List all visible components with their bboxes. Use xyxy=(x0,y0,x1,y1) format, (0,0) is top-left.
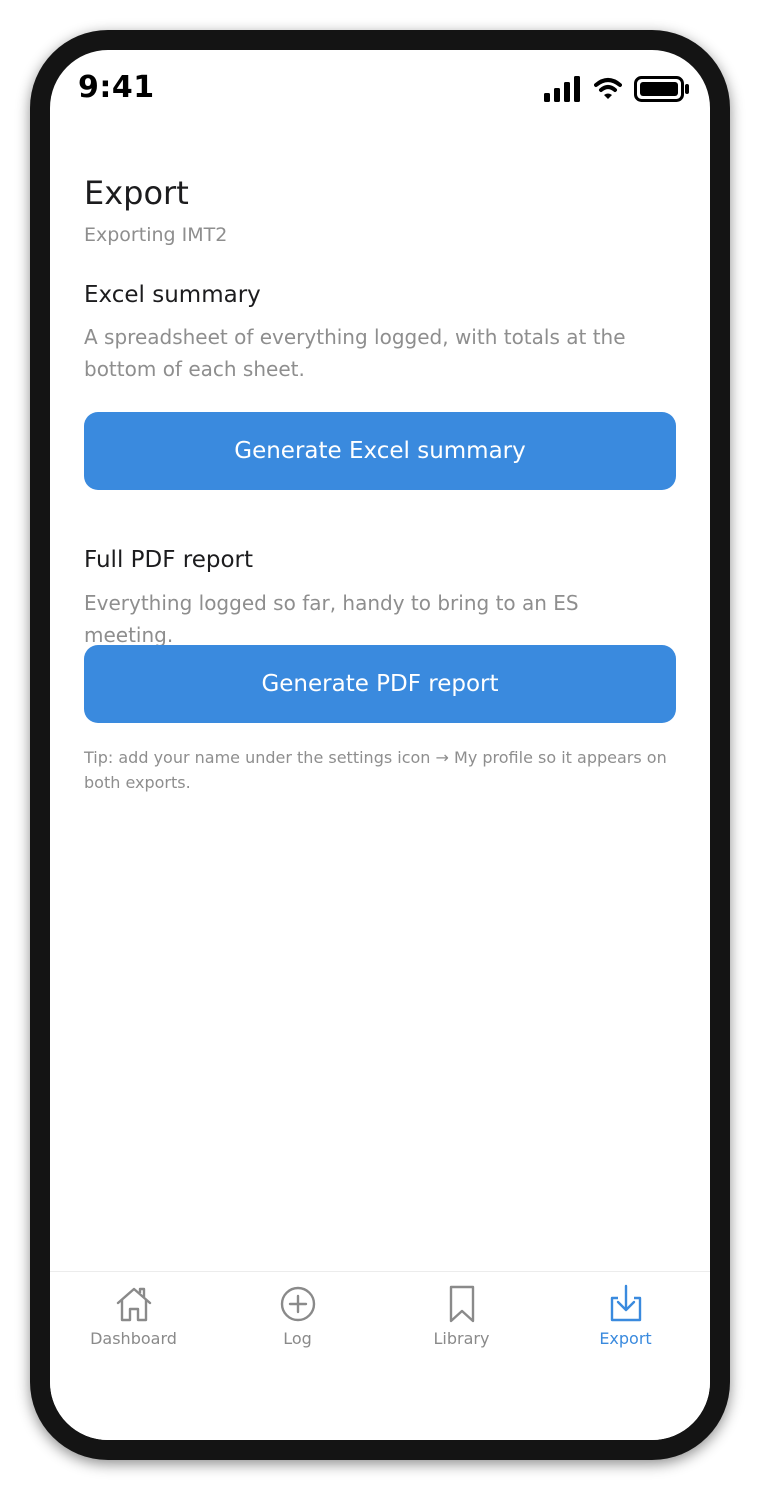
plus-circle-icon xyxy=(280,1286,315,1322)
tab-library[interactable]: Library xyxy=(379,1284,544,1354)
home-icon xyxy=(116,1287,151,1322)
tab-export-label: Export xyxy=(599,1329,652,1348)
excel-summary-description: A spreadsheet of everything logged, with… xyxy=(84,325,626,381)
pdf-report-description: Everything logged so far, handy to bring… xyxy=(84,591,579,647)
generate-excel-button[interactable]: Generate Excel summary xyxy=(84,412,676,490)
excel-summary-heading: Excel summary xyxy=(84,282,261,308)
phone-frame: 9:41 Export Exporting IMT2 Excel summary… xyxy=(30,30,730,1460)
generate-pdf-button[interactable]: Generate PDF report xyxy=(84,645,676,723)
wifi-icon xyxy=(594,78,622,99)
tab-library-label: Library xyxy=(433,1329,490,1348)
tab-dashboard-label: Dashboard xyxy=(90,1329,177,1348)
tab-dashboard[interactable]: Dashboard xyxy=(51,1284,216,1354)
app-screen: 9:41 Export Exporting IMT2 Excel summary… xyxy=(50,50,710,1440)
bookmark-icon xyxy=(449,1285,474,1323)
tab-log-label: Log xyxy=(283,1329,312,1348)
download-tray-icon xyxy=(610,1284,641,1322)
status-bar: 9:41 xyxy=(50,50,710,130)
tab-export[interactable]: Export xyxy=(543,1284,708,1354)
tab-log[interactable]: Log xyxy=(215,1284,380,1354)
battery-icon xyxy=(634,76,689,102)
tip-text: Tip: add your name under the settings ic… xyxy=(84,748,667,792)
status-icons xyxy=(544,76,690,102)
pdf-report-heading: Full PDF report xyxy=(84,547,254,573)
page-subtitle: Exporting IMT2 xyxy=(84,224,228,246)
cellular-signal-icon xyxy=(544,76,580,102)
tab-bar: Dashboard Log Library Export xyxy=(50,1271,710,1440)
page-title: Export xyxy=(84,174,189,212)
status-time: 9:41 xyxy=(78,70,155,105)
